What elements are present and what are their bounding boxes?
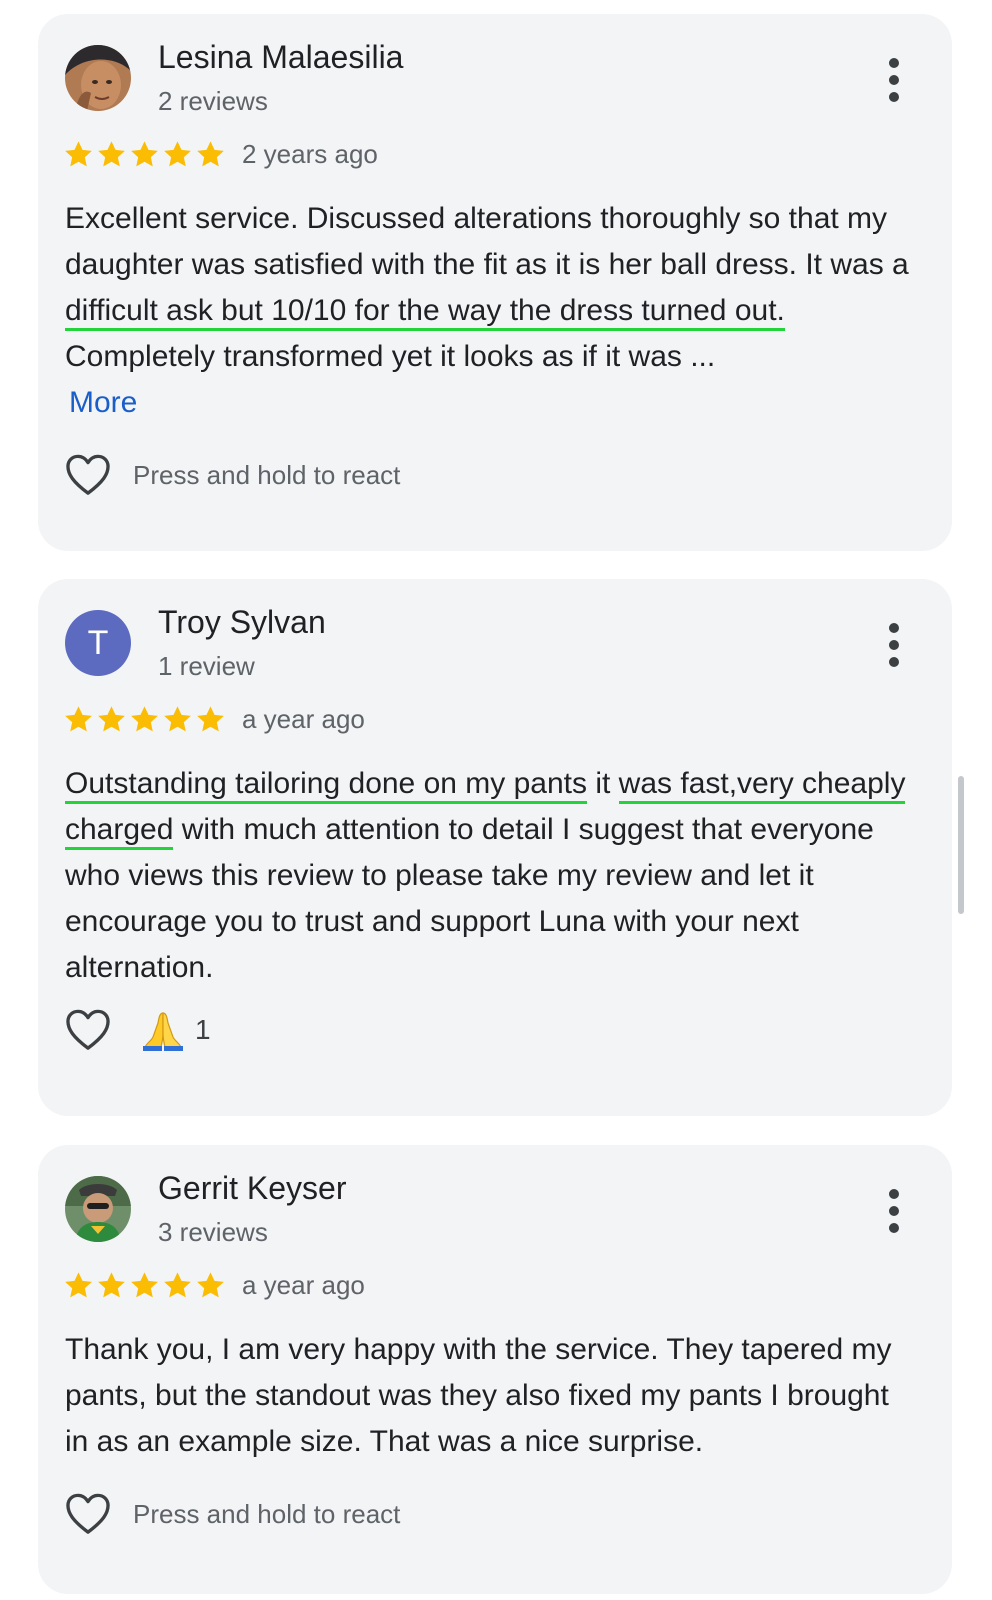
heart-outline-icon[interactable] (65, 1493, 111, 1535)
star-rating: 2 years ago (63, 138, 378, 170)
heart-outline-icon[interactable] (65, 454, 111, 496)
star-icon (63, 1270, 94, 1301)
review-age: a year ago (242, 1269, 365, 1300)
react-row: Press and hold to react (65, 454, 400, 496)
review-text-highlight: difficult ask but 10/10 for the way the … (65, 294, 785, 331)
more-options-icon[interactable] (884, 1189, 904, 1233)
star-icon (162, 1270, 193, 1301)
star-icon (96, 704, 127, 735)
more-link[interactable]: More (69, 380, 915, 426)
reviewer-name[interactable]: Gerrit Keyser (158, 1170, 346, 1207)
avatar[interactable]: T (65, 610, 131, 676)
star-icon (129, 704, 160, 735)
star-icon (96, 139, 127, 170)
review-text-plain: it (587, 767, 619, 800)
reviewer-review-count: 1 review (158, 651, 255, 681)
avatar[interactable] (65, 45, 131, 111)
star-icon (162, 704, 193, 735)
review-card: T Troy Sylvan 1 review a year ago Outsta… (38, 579, 952, 1116)
review-age: 2 years ago (242, 138, 378, 169)
star-icon (195, 139, 226, 170)
react-hint: Press and hold to react (133, 459, 401, 490)
star-rating: a year ago (63, 703, 365, 735)
star-icon (129, 139, 160, 170)
review-text-highlight: Outstanding tailoring done on my pants (65, 767, 587, 804)
review-text-plain: Excellent service. Discussed alterations… (65, 202, 909, 281)
reviewer-name[interactable]: Troy Sylvan (158, 604, 326, 641)
folded-hands-icon[interactable] (141, 1009, 185, 1051)
react-hint: Press and hold to react (133, 1498, 401, 1529)
scrollbar[interactable] (958, 776, 964, 914)
star-icon (195, 1270, 226, 1301)
avatar[interactable] (65, 1176, 131, 1242)
star-rating: a year ago (63, 1269, 365, 1301)
reviewer-review-count: 3 reviews (158, 1217, 268, 1247)
review-text-plain: with much attention to detail I suggest … (65, 813, 874, 984)
review-age: a year ago (242, 703, 365, 734)
star-icon (63, 704, 94, 735)
review-text: Thank you, I am very happy with the serv… (65, 1333, 892, 1458)
star-icon (96, 1270, 127, 1301)
review-card: Gerrit Keyser 3 reviews a year ago Thank… (38, 1145, 952, 1594)
star-icon (162, 139, 193, 170)
heart-outline-icon[interactable] (65, 1009, 111, 1051)
review-text: Outstanding tailoring done on my pants i… (65, 761, 915, 991)
star-icon (129, 1270, 160, 1301)
react-row: Press and hold to react (65, 1493, 400, 1535)
review-card: Lesina Malaesilia 2 reviews 2 years ago … (38, 14, 952, 551)
reviewer-name[interactable]: Lesina Malaesilia (158, 39, 403, 76)
review-text: Excellent service. Discussed alterations… (65, 196, 915, 426)
review-text-plain: Completely transformed yet it looks as i… (65, 340, 716, 373)
reviewer-review-count: 2 reviews (158, 86, 268, 116)
star-icon (63, 139, 94, 170)
more-options-icon[interactable] (884, 58, 904, 102)
more-options-icon[interactable] (884, 623, 904, 667)
react-row: 1 (65, 1009, 211, 1051)
star-icon (195, 704, 226, 735)
reaction-count: 1 (195, 1014, 211, 1045)
